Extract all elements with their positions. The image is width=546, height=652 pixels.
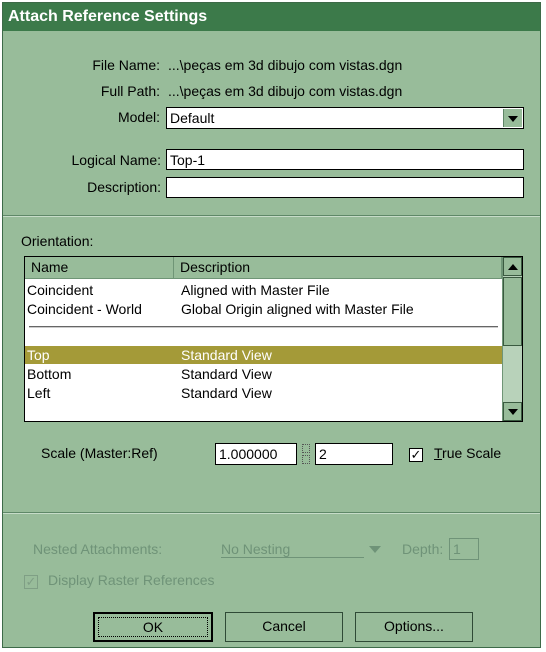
list-item-selected[interactable]: Top Standard View: [25, 346, 502, 364]
list-item[interactable]: Coincident - World Global Origin aligned…: [25, 300, 502, 318]
display-raster-checkbox[interactable]: ✓: [24, 575, 38, 589]
list-scrollbar[interactable]: [502, 257, 522, 421]
scale-spinner[interactable]: [300, 443, 312, 465]
nesting-dropdown-value: No Nesting: [221, 541, 291, 557]
row-name: Bottom: [27, 366, 72, 382]
list-separator: [29, 326, 498, 328]
model-dropdown-value: Default: [170, 110, 215, 126]
scroll-thumb[interactable]: [503, 277, 522, 346]
dialog-title: Attach Reference Settings: [3, 3, 540, 31]
attach-reference-dialog: Attach Reference Settings File Name: ...…: [2, 2, 541, 648]
scale-master-input[interactable]: 1.000000: [215, 443, 297, 465]
list-item[interactable]: Bottom Standard View: [25, 365, 502, 383]
depth-label: Depth:: [402, 541, 444, 557]
list-header: Name Description: [25, 257, 502, 279]
list-item[interactable]: Coincident Aligned with Master File: [25, 281, 502, 299]
description-label: Description:: [87, 179, 161, 195]
row-description: Global Origin aligned with Master File: [181, 301, 414, 317]
divider: [3, 512, 540, 514]
scale-ref-input[interactable]: 2: [315, 443, 393, 465]
column-header-description[interactable]: Description: [174, 257, 502, 278]
scroll-up-icon[interactable]: [503, 257, 522, 276]
nesting-dropdown[interactable]: No Nesting: [221, 541, 381, 558]
list-item[interactable]: Left Standard View: [25, 384, 502, 402]
file-name-value: ...\peças em 3d dibujo com vistas.dgn: [168, 57, 403, 73]
logical-name-input[interactable]: Top-1: [166, 149, 524, 170]
model-dropdown[interactable]: Default: [166, 107, 524, 129]
nested-attachments-label: Nested Attachments:: [33, 541, 163, 557]
description-input[interactable]: [166, 177, 524, 198]
scale-label: Scale (Master:Ref): [41, 445, 158, 461]
row-description: Aligned with Master File: [181, 282, 330, 298]
chevron-down-icon: [369, 546, 381, 553]
row-name: Coincident: [27, 282, 94, 298]
cancel-button[interactable]: Cancel: [225, 612, 343, 642]
depth-input[interactable]: 1: [449, 538, 479, 560]
column-header-name[interactable]: Name: [25, 257, 174, 278]
row-name: Left: [27, 385, 51, 401]
row-description: Standard View: [181, 385, 272, 401]
row-name: Top: [27, 347, 50, 363]
model-label: Model:: [117, 109, 160, 125]
display-raster-label: Display Raster References: [48, 572, 215, 588]
options-button[interactable]: Options...: [355, 612, 473, 642]
ok-button[interactable]: OK: [93, 612, 213, 642]
orientation-label: Orientation:: [21, 233, 94, 249]
row-description: Standard View: [181, 366, 272, 382]
true-scale-label: True Scale: [434, 445, 502, 461]
file-name-label: File Name:: [92, 57, 160, 73]
logical-name-label: Logical Name:: [71, 152, 162, 168]
chevron-down-icon[interactable]: [503, 109, 522, 127]
scroll-down-icon[interactable]: [503, 402, 522, 421]
row-description: Standard View: [181, 347, 272, 363]
row-name: Coincident - World: [27, 301, 142, 317]
orientation-list[interactable]: Name Description Coincident Aligned with…: [24, 256, 523, 422]
divider: [3, 215, 540, 217]
true-scale-checkbox[interactable]: ✓: [409, 448, 423, 462]
full-path-label: Full Path:: [100, 83, 160, 99]
full-path-value: ...\peças em 3d dibujo com vistas.dgn: [168, 83, 403, 99]
